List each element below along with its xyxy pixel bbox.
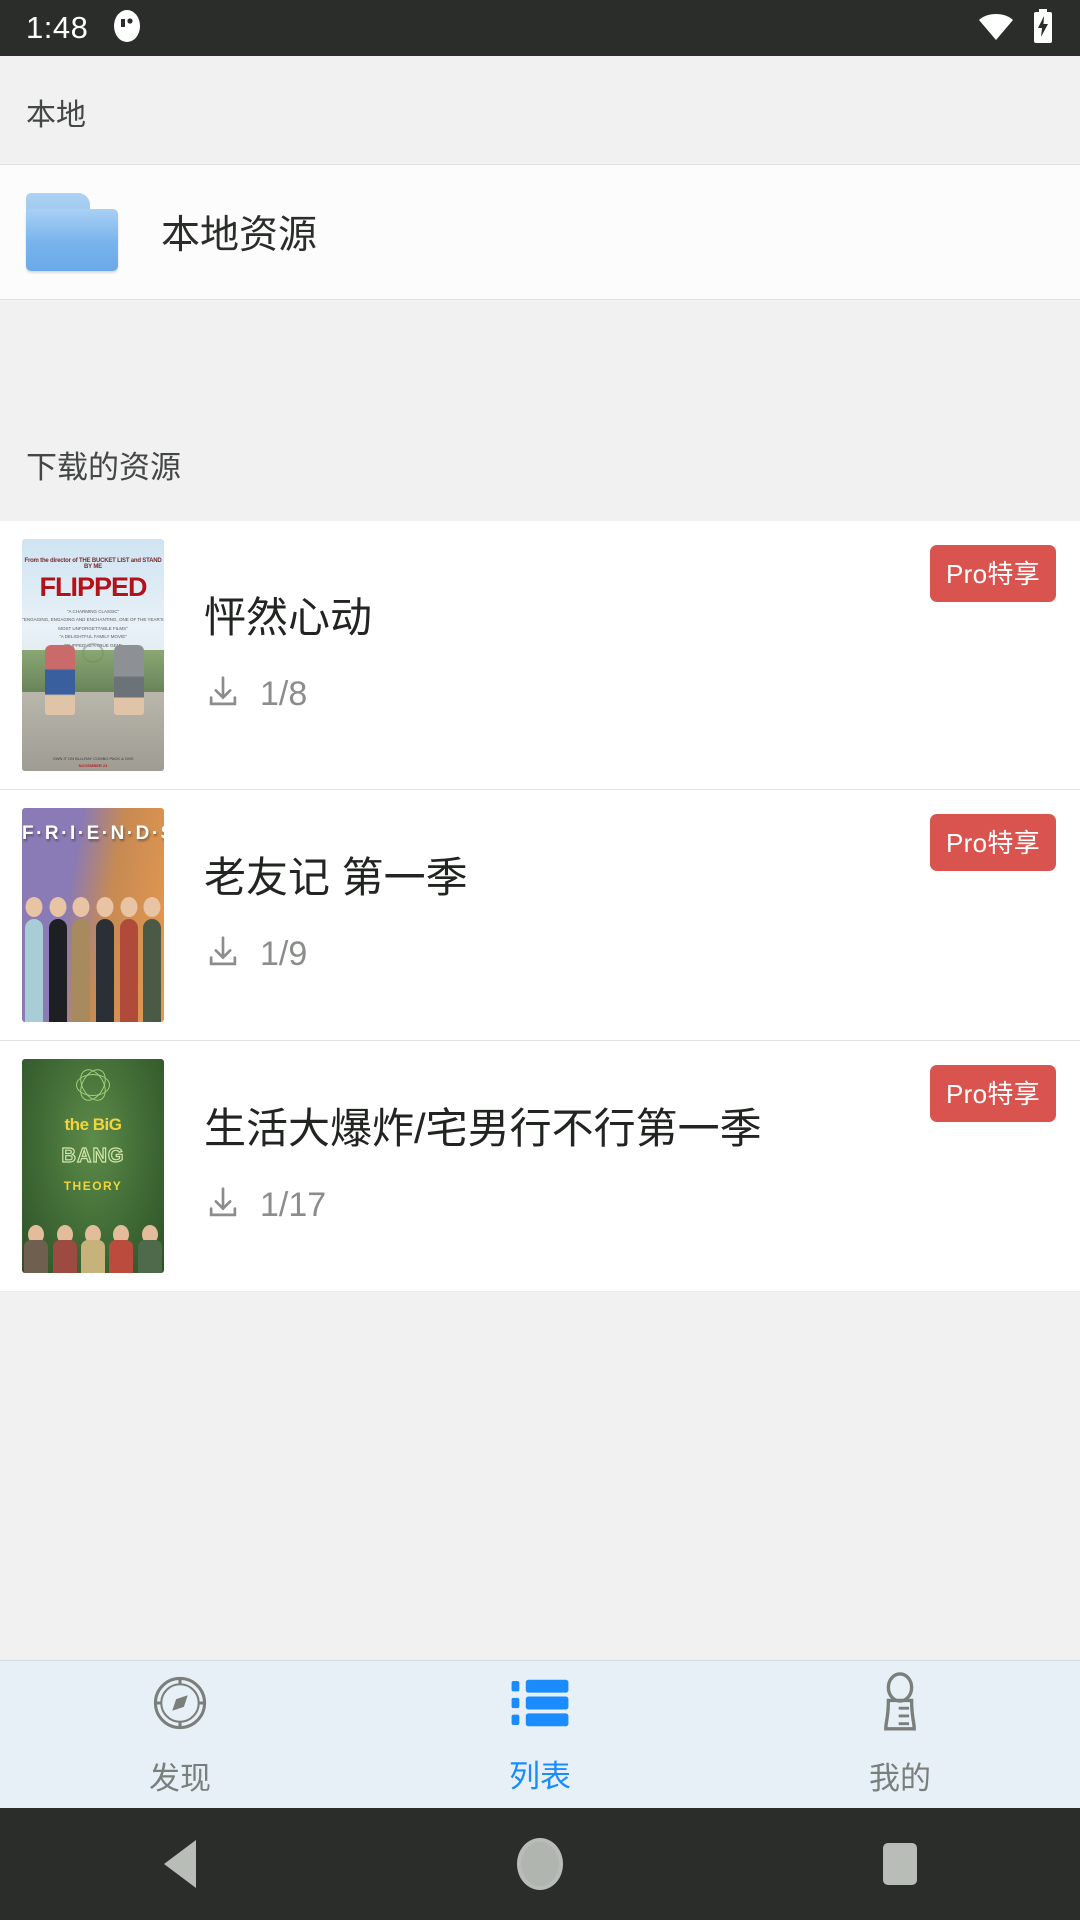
home-button[interactable]	[360, 1838, 720, 1890]
app-screen: 1:48 本地 本地资源 下载的资源 From the director of …	[0, 0, 1080, 1920]
back-button[interactable]	[0, 1840, 360, 1888]
person-icon	[871, 1671, 929, 1739]
section-label-local: 本地	[0, 56, 1080, 164]
app-notification-icon	[110, 9, 144, 48]
friends-poster: F·R·I·E·N·D·S	[22, 808, 164, 1022]
status-badge[interactable]: Pro特享	[930, 814, 1056, 871]
list-icon	[509, 1674, 571, 1737]
battery-charging-icon	[1032, 8, 1054, 48]
home-circle-icon	[517, 1838, 563, 1890]
poster-title-line1: the BiG	[64, 1114, 122, 1134]
list-item-info: 老友记 第一季 1/9	[164, 808, 1056, 1022]
back-triangle-icon	[164, 1840, 196, 1888]
local-resource-label: 本地资源	[161, 214, 318, 257]
nav-tab-label: 发现	[149, 1760, 211, 1796]
compass-icon	[149, 1672, 211, 1739]
android-navigation-bar	[0, 1808, 1080, 1920]
download-status: 1/9	[204, 933, 1036, 976]
big-bang-theory-poster: the BiG BANG THEORY	[22, 1059, 164, 1273]
flipped-poster: From the director of THE BUCKET LIST and…	[22, 539, 164, 771]
bottom-navigation: 发现 列表 我的	[0, 1660, 1080, 1808]
download-status: 1/8	[204, 673, 1036, 716]
poster-quote: "A DELIGHTFUL FAMILY MOVIE"	[59, 634, 127, 640]
list-item[interactable]: From the director of THE BUCKET LIST and…	[0, 521, 1080, 790]
nav-tab-list[interactable]: 列表	[360, 1674, 720, 1796]
status-badge[interactable]: Pro特享	[930, 545, 1056, 602]
nav-tab-label: 我的	[869, 1760, 931, 1796]
status-right-icons	[977, 8, 1054, 48]
recents-square-icon	[883, 1843, 917, 1885]
recents-button[interactable]	[720, 1843, 1080, 1885]
poster-quote: "ENGAGING, ENGAGING AND ENCHANTING, ONE …	[22, 617, 164, 631]
local-resource-row[interactable]: 本地资源	[0, 164, 1080, 300]
poster-credit: From the director of THE BUCKET LIST and…	[24, 557, 162, 570]
section-gap	[0, 300, 1080, 396]
status-bar: 1:48	[0, 0, 1080, 56]
download-icon	[204, 933, 242, 976]
nav-tab-discover[interactable]: 发现	[0, 1672, 360, 1798]
poster-title: F·R·I·E·N·D·S	[22, 822, 164, 844]
poster-footer-date: NOVEMBER 23	[78, 762, 108, 768]
empty-area	[0, 1291, 1080, 1660]
download-status: 1/17	[204, 1184, 1036, 1227]
download-count: 1/17	[260, 1185, 327, 1224]
download-icon	[204, 1184, 242, 1227]
nav-tab-label: 列表	[509, 1758, 571, 1794]
download-count: 1/8	[260, 674, 308, 713]
list-item-title: 生活大爆炸/宅男行不行第一季	[204, 1105, 762, 1153]
list-item[interactable]: F·R·I·E·N·D·S 老友记 第一季 1/9 Pro特享	[0, 790, 1080, 1041]
poster-title: FLIPPED	[39, 571, 147, 602]
list-item[interactable]: the BiG BANG THEORY 生活大爆炸/宅男行不行第一季 1/17 …	[0, 1041, 1080, 1291]
list-item-title: 怦然心动	[204, 594, 373, 642]
status-notification-icons	[110, 9, 144, 48]
downloads-list: From the director of THE BUCKET LIST and…	[0, 521, 1080, 1291]
poster-quote: "A CHARMING CLASSIC"	[66, 608, 120, 614]
nav-tab-mine[interactable]: 我的	[720, 1671, 1080, 1798]
section-label-downloads: 下载的资源	[0, 396, 1080, 521]
list-item-title: 老友记 第一季	[204, 854, 468, 902]
download-icon	[204, 673, 242, 716]
download-count: 1/9	[260, 934, 308, 973]
list-item-info: 生活大爆炸/宅男行不行第一季 1/17	[164, 1059, 1056, 1273]
status-clock: 1:48	[26, 10, 89, 45]
list-item-info: 怦然心动 1/8	[164, 539, 1056, 771]
wifi-icon	[977, 11, 1015, 46]
folder-icon	[26, 193, 118, 271]
status-badge[interactable]: Pro特享	[930, 1065, 1056, 1122]
